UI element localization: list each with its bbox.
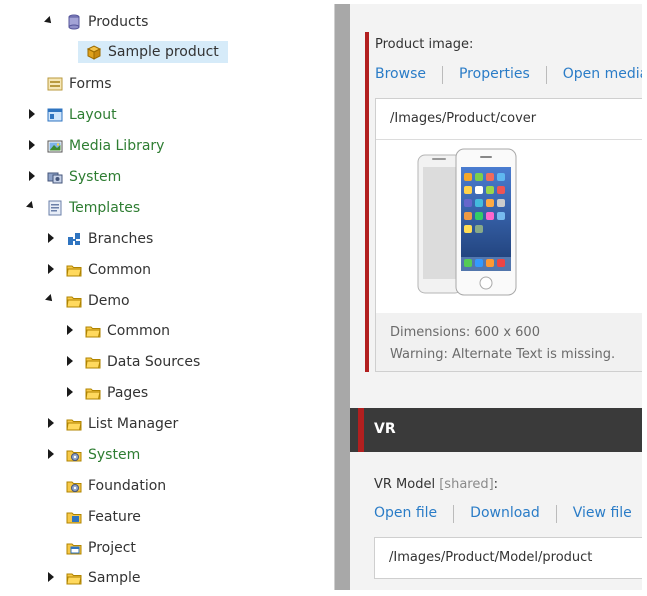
tree-item-foundation[interactable]: Foundation: [66, 475, 166, 497]
download-link[interactable]: Download: [470, 505, 540, 523]
templates-icon: [47, 200, 63, 216]
tree-item-list-manager[interactable]: List Manager: [66, 413, 178, 435]
expand-arrow-icon[interactable]: [48, 418, 54, 428]
image-field-box[interactable]: /Images/Product/cover Dimensions: 600 x …: [375, 98, 642, 372]
branches-icon: [66, 231, 82, 247]
gear-folder-icon: [66, 478, 82, 494]
tree-item-common[interactable]: Common: [66, 259, 151, 281]
vr-section-header[interactable]: VR: [350, 408, 642, 452]
image-path: /Images/Product/cover: [390, 111, 537, 126]
vr-model-path: /Images/Product/Model/product: [389, 550, 593, 565]
divider: [376, 139, 642, 140]
content-tree: Products Sample product Forms Layout Med…: [4, 4, 335, 590]
tree-item-forms[interactable]: Forms: [47, 73, 112, 95]
collapse-arrow-icon[interactable]: [45, 294, 55, 304]
tree-item-demo-common[interactable]: Common: [85, 320, 170, 342]
vr-model-field[interactable]: /Images/Product/Model/product: [374, 537, 642, 579]
vr-section-title: VR: [374, 421, 396, 437]
separator: [555, 505, 557, 523]
tree-item-layout[interactable]: Layout: [47, 104, 117, 126]
product-image-thumbnail[interactable]: [414, 147, 524, 305]
vr-model-label: VR Model [shared]:: [374, 477, 499, 492]
media-library-icon: [47, 138, 63, 154]
product-image-label: Product image:: [375, 37, 474, 52]
tree-item-pages[interactable]: Pages: [85, 382, 148, 404]
expand-arrow-icon[interactable]: [29, 109, 35, 119]
shared-tag: [shared]: [439, 477, 494, 492]
tree-item-branches[interactable]: Branches: [66, 228, 153, 250]
folder-icon: [66, 293, 82, 309]
expand-arrow-icon[interactable]: [29, 171, 35, 181]
view-file-link[interactable]: View file: [573, 505, 632, 523]
tree-item-system[interactable]: System: [47, 166, 121, 188]
tree-item-media-library[interactable]: Media Library: [47, 135, 164, 157]
tree-item-feature[interactable]: Feature: [66, 506, 141, 528]
alt-text-warning: Warning: Alternate Text is missing.: [390, 347, 616, 362]
product-image-actions: Browse Properties Open media: [375, 66, 642, 84]
tree-item-sample-product[interactable]: Sample product: [78, 41, 228, 63]
browse-link[interactable]: Browse: [375, 66, 426, 84]
feature-folder-icon: [66, 509, 82, 525]
system-icon: [47, 169, 63, 185]
expand-arrow-icon[interactable]: [67, 387, 73, 397]
tree-item-templates[interactable]: Templates: [47, 197, 140, 219]
content-editor: Products Sample product Forms Layout Med…: [4, 4, 642, 590]
tree-item-templates-system[interactable]: System: [66, 444, 140, 466]
section-accent: [358, 408, 364, 452]
folder-icon: [85, 385, 101, 401]
image-dimensions: Dimensions: 600 x 600: [390, 325, 540, 340]
project-folder-icon: [66, 540, 82, 556]
form-icon: [47, 76, 63, 92]
open-media-link[interactable]: Open media: [563, 66, 642, 84]
image-info-area: [376, 313, 642, 371]
expand-arrow-icon[interactable]: [44, 16, 54, 26]
tree-item-data-sources[interactable]: Data Sources: [85, 351, 200, 373]
expand-arrow-icon[interactable]: [48, 264, 54, 274]
layout-icon: [47, 107, 63, 123]
tree-item-sample[interactable]: Sample: [66, 567, 141, 589]
field-indicator: [365, 32, 369, 372]
database-icon: [66, 14, 82, 30]
expand-arrow-icon[interactable]: [48, 572, 54, 582]
collapse-arrow-icon[interactable]: [26, 201, 36, 211]
folder-icon: [85, 323, 101, 339]
tree-item-products[interactable]: Products: [66, 11, 148, 33]
separator: [441, 66, 443, 84]
tree-item-demo[interactable]: Demo: [66, 290, 130, 312]
expand-arrow-icon[interactable]: [48, 233, 54, 243]
separator: [453, 505, 455, 523]
open-file-link[interactable]: Open file: [374, 505, 437, 523]
folder-icon: [66, 416, 82, 432]
vr-model-actions: Open file Download View file: [374, 505, 632, 523]
folder-icon: [85, 354, 101, 370]
expand-arrow-icon[interactable]: [29, 140, 35, 150]
expand-arrow-icon[interactable]: [67, 325, 73, 335]
tree-item-project[interactable]: Project: [66, 537, 136, 559]
separator: [545, 66, 547, 84]
expand-arrow-icon[interactable]: [67, 356, 73, 366]
properties-link[interactable]: Properties: [459, 66, 530, 84]
item-editor: Product image: Browse Properties Open me…: [350, 4, 642, 590]
product-box-icon: [86, 44, 102, 60]
pane-splitter[interactable]: [335, 4, 350, 590]
folder-icon: [66, 570, 82, 586]
expand-arrow-icon[interactable]: [48, 449, 54, 459]
gear-folder-icon: [66, 447, 82, 463]
folder-icon: [66, 262, 82, 278]
